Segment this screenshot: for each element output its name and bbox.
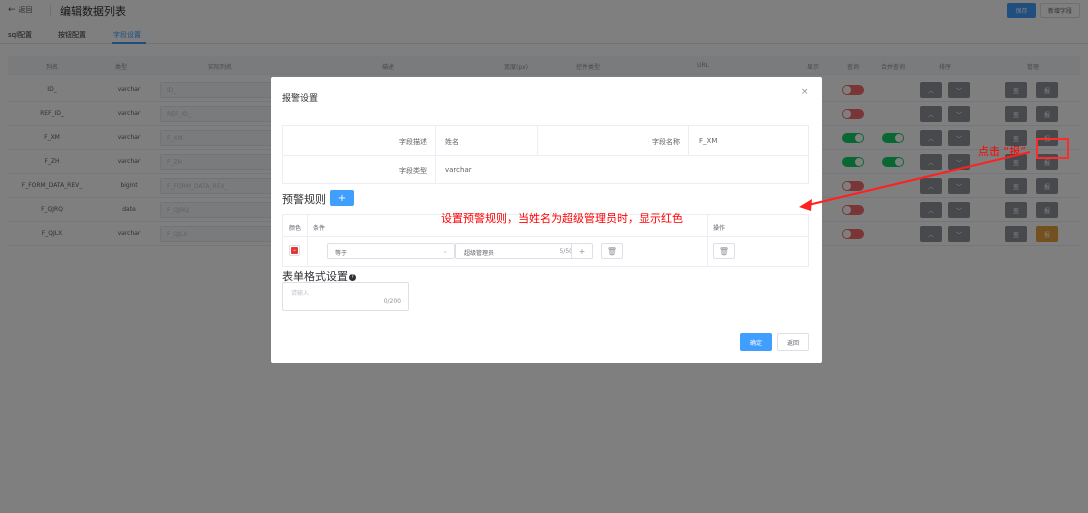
rule-operator-value: 等于 <box>335 250 348 257</box>
rule-operator-select[interactable]: 等于 ⌄ <box>327 243 455 259</box>
field-type-value: varchar <box>445 166 472 174</box>
col-header: 操作 <box>713 225 726 232</box>
field-name-value: F_XM <box>699 137 718 145</box>
add-rule-button[interactable]: + <box>330 190 354 206</box>
field-desc-value: 姓名 <box>445 138 459 146</box>
form-format-textarea[interactable]: 请输入 0/200 <box>282 282 409 311</box>
trash-icon: 🗑 <box>606 246 618 256</box>
trash-icon: 🗑 <box>718 246 730 256</box>
col-header: 颜色 <box>289 225 302 232</box>
rule-value-text: 超级管理员 <box>464 250 495 257</box>
char-count: 0/200 <box>383 298 401 305</box>
rule-color-picker[interactable]: ⌄ <box>289 245 300 256</box>
field-name-label: 字段名称 <box>652 138 680 146</box>
delete-rule-button[interactable]: 🗑 <box>713 243 735 259</box>
chevron-down-icon: ⌄ <box>442 247 448 255</box>
confirm-button[interactable]: 确定 <box>740 333 772 351</box>
chevron-down-icon: ⌄ <box>291 247 298 254</box>
close-icon[interactable]: × <box>801 87 809 97</box>
field-type-label: 字段类型 <box>399 167 427 175</box>
warning-rules-title: 预警规则 <box>282 193 326 206</box>
col-header: 条件 <box>313 225 326 232</box>
question-icon[interactable]: ? <box>349 273 356 281</box>
click-annotation: 点击 “报” <box>978 145 1026 158</box>
field-desc-label: 字段描述 <box>399 138 427 146</box>
add-condition-button[interactable]: + <box>571 243 593 259</box>
dialog-title: 报警设置 <box>282 94 319 104</box>
textarea-placeholder: 请输入 <box>291 290 310 297</box>
plus-icon: + <box>578 246 586 256</box>
rule-value-input[interactable]: 超级管理员 5/50 <box>455 243 580 259</box>
rule-annotation: 设置预警规则，当姓名为超级管理员时，显示红色 <box>441 212 683 225</box>
field-info-table: 字段描述 姓名 字段名称 F_XM 字段类型 varchar <box>282 125 809 184</box>
delete-condition-button[interactable]: 🗑 <box>601 243 623 259</box>
dialog-back-button[interactable]: 返回 <box>777 333 809 351</box>
highlight-box <box>1036 138 1069 159</box>
